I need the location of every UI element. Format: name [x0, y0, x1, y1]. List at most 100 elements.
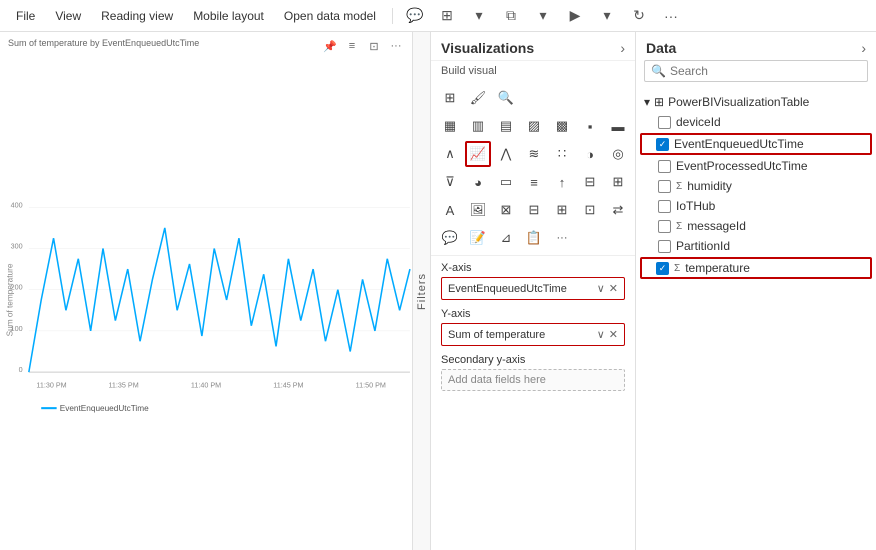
100-stacked-col-icon[interactable]: ▪ [577, 113, 603, 139]
list-item[interactable]: ✓ EventEnqueuedUtcTime [640, 133, 872, 155]
table4-icon[interactable]: ⊡ [577, 197, 603, 223]
fields-section: X-axis EventEnqueuedUtcTime ∨ ✕ Y-axis S… [431, 256, 635, 550]
ribbon-icon[interactable]: ⋀ [493, 141, 519, 167]
menu-item-mobile-layout[interactable]: Mobile layout [185, 5, 272, 27]
x-axis-value: EventEnqueuedUtcTime [448, 283, 567, 295]
tree-root-table[interactable]: ▾ ⊞ PowerBIVisualizationTable [636, 92, 876, 112]
focus-icon[interactable]: ≡ [342, 36, 362, 56]
more-options-icon[interactable]: ··· [657, 2, 685, 30]
list-item[interactable]: Σ humidity [636, 176, 876, 196]
y-axis-dropdown-btn[interactable]: ∨ [597, 328, 605, 341]
stacked-col-icon[interactable]: ▨ [521, 113, 547, 139]
present-icon[interactable]: ▶ [561, 2, 589, 30]
decomp-tree-icon[interactable]: ⊿ [493, 225, 519, 251]
line-chart-icon[interactable]: 📈 [465, 141, 491, 167]
field-deviceid: deviceId [676, 115, 721, 129]
stacked-bar-icon[interactable]: ▦ [437, 113, 463, 139]
card-icon[interactable]: ▭ [493, 169, 519, 195]
deviceid-checkbox[interactable] [658, 116, 671, 129]
paginated-icon[interactable]: 📋 [521, 225, 547, 251]
more-visuals-icon[interactable]: ··· [549, 225, 575, 251]
humidity-checkbox[interactable] [658, 180, 671, 193]
copy-icon[interactable]: ⧉ [497, 2, 525, 30]
matrix-icon[interactable]: ⊟ [521, 197, 547, 223]
search-box[interactable]: 🔍 [644, 60, 868, 82]
data-panel: Data › 🔍 ▾ ⊞ PowerBIVisualizationTable d… [636, 32, 876, 550]
waterfall-icon[interactable]: ≋ [521, 141, 547, 167]
temperature-checkbox[interactable]: ✓ [656, 262, 669, 275]
y-axis-value: Sum of temperature [448, 329, 545, 341]
kpi-icon[interactable]: ↑ [549, 169, 575, 195]
svg-text:400: 400 [11, 200, 23, 209]
list-item[interactable]: deviceId [636, 112, 876, 132]
format-icon[interactable]: 🖌 [465, 85, 491, 111]
analytics-icon[interactable]: 🔍 [493, 85, 519, 111]
list-item[interactable]: ✓ Σ temperature [640, 257, 872, 279]
chart-more-icon[interactable]: ··· [386, 36, 406, 56]
gauge-icon[interactable]: ◕ [465, 169, 491, 195]
table2-icon[interactable]: ⊞ [605, 169, 631, 195]
table-icon[interactable]: ⊞ [437, 85, 463, 111]
chevron-down-icon3[interactable]: ▾ [593, 2, 621, 30]
svg-text:11:40 PM: 11:40 PM [191, 381, 221, 390]
menu-item-view[interactable]: View [47, 5, 89, 27]
search-input[interactable] [670, 64, 861, 78]
field-humidity: humidity [687, 179, 732, 193]
text-box-icon[interactable]: A [437, 197, 463, 223]
search-icon: 🔍 [651, 64, 666, 78]
y-axis-remove-btn[interactable]: ✕ [609, 328, 618, 341]
pie-icon[interactable]: ◑ [577, 141, 603, 167]
viz-icon-grid: ⊞ 🖌 🔍 ▦ ▥ ▤ ▨ ▩ ▪ ▬ ∧ 📈 ⋀ ≋ ∷ ◑ ◎ ⊽ ◕ ▭ [431, 81, 635, 256]
svg-text:200: 200 [11, 283, 23, 292]
list-item[interactable]: PartitionId [636, 236, 876, 256]
messageid-checkbox[interactable] [658, 220, 671, 233]
chart-title: Sum of temperature by EventEnqueuedUtcTi… [2, 34, 205, 48]
clustered-bar-icon[interactable]: ▥ [465, 113, 491, 139]
donut-icon[interactable]: ◎ [605, 141, 631, 167]
table3-icon[interactable]: ⊞ [549, 197, 575, 223]
qna-icon[interactable]: 💬 [437, 225, 463, 251]
scatter-icon[interactable]: ∷ [549, 141, 575, 167]
multi-row-card-icon[interactable]: ≡ [521, 169, 547, 195]
x-axis-pill[interactable]: EventEnqueuedUtcTime ∨ ✕ [441, 277, 625, 300]
pin-icon[interactable]: 📌 [320, 36, 340, 56]
chevron-down-icon[interactable]: ▾ [465, 2, 493, 30]
chart-area: Sum of temperature 400 300 200 100 0 11:… [0, 50, 412, 550]
iothub-checkbox[interactable] [658, 200, 671, 213]
list-item[interactable]: Σ messageId [636, 216, 876, 236]
connector-icon[interactable]: ⇄ [605, 197, 631, 223]
area-chart-icon[interactable]: ∧ [437, 141, 463, 167]
line-bar-icon[interactable]: ▬ [605, 113, 631, 139]
eventprocessed-checkbox[interactable] [658, 160, 671, 173]
main-area: Sum of temperature by EventEnqueuedUtcTi… [0, 32, 876, 550]
x-axis-row: X-axis EventEnqueuedUtcTime ∨ ✕ [441, 262, 625, 300]
chevron-down-icon2[interactable]: ▾ [529, 2, 557, 30]
chart-toolbar: 📌 ≡ ⊡ ··· [316, 34, 410, 58]
y-axis-pill[interactable]: Sum of temperature ∨ ✕ [441, 323, 625, 346]
partitionid-checkbox[interactable] [658, 240, 671, 253]
clustered-col-icon[interactable]: ▩ [549, 113, 575, 139]
menu-item-open-data-model[interactable]: Open data model [276, 5, 384, 27]
view-icon[interactable]: ⊞ [433, 2, 461, 30]
shape-icon[interactable]: ⊠ [493, 197, 519, 223]
expand-icon[interactable]: ⊡ [364, 36, 384, 56]
list-item[interactable]: EventProcessedUtcTime [636, 156, 876, 176]
smart-narrative-icon[interactable]: 📝 [465, 225, 491, 251]
comment-icon[interactable]: 💬 [401, 2, 429, 30]
secondary-y-axis-drop[interactable]: Add data fields here [441, 369, 625, 391]
menu-item-reading-view[interactable]: Reading view [93, 5, 181, 27]
funnel-icon[interactable]: ⊽ [437, 169, 463, 195]
svg-text:300: 300 [11, 242, 23, 251]
100-stacked-bar-icon[interactable]: ▤ [493, 113, 519, 139]
menu-item-file[interactable]: File [8, 5, 43, 27]
x-axis-dropdown-btn[interactable]: ∨ [597, 282, 605, 295]
viz-expand-button[interactable]: › [620, 40, 625, 56]
data-expand-button[interactable]: › [861, 40, 866, 56]
image-icon[interactable]: 🖼 [465, 197, 491, 223]
filters-strip[interactable]: Filters [413, 32, 431, 550]
refresh-icon[interactable]: ↻ [625, 2, 653, 30]
list-item[interactable]: IoTHub [636, 196, 876, 216]
eventenqueued-checkbox[interactable]: ✓ [656, 138, 669, 151]
slicer-icon[interactable]: ⊟ [577, 169, 603, 195]
x-axis-remove-btn[interactable]: ✕ [609, 282, 618, 295]
